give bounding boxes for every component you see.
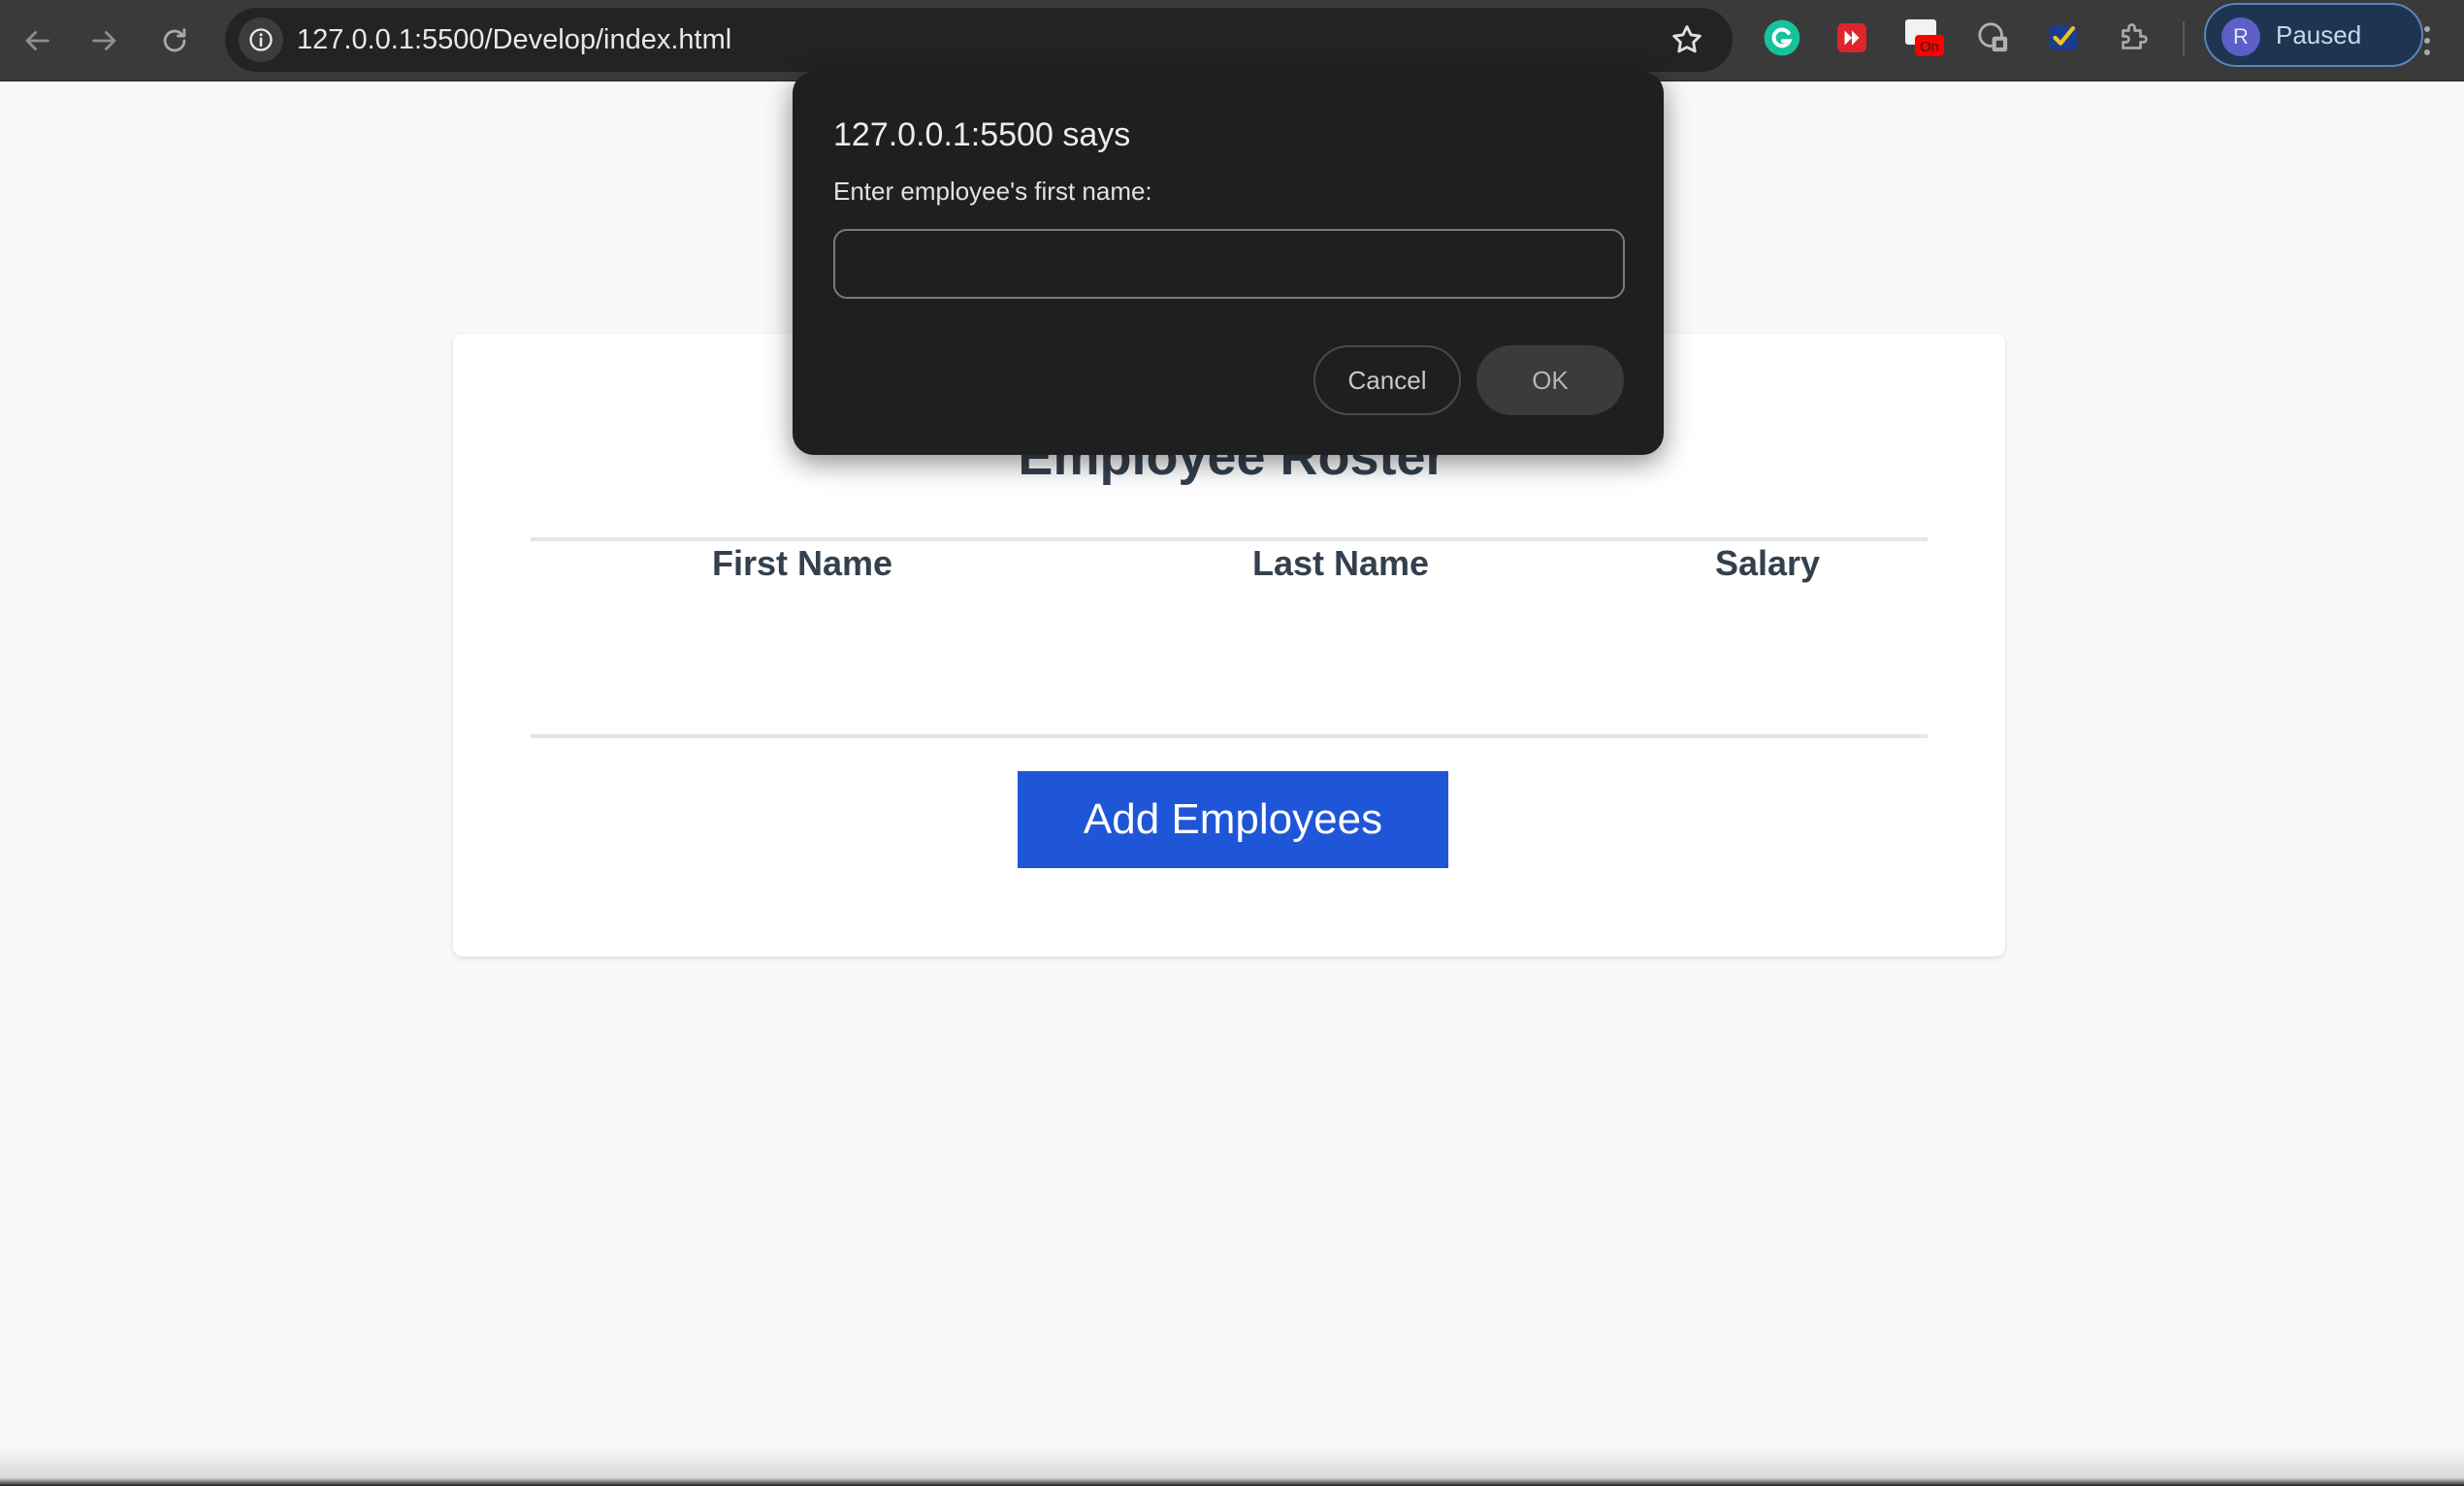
toolbar-divider	[2183, 21, 2185, 56]
table-top-divider	[531, 537, 1928, 541]
ok-button[interactable]: OK	[1476, 345, 1624, 415]
media-extension-icon[interactable]	[1832, 17, 1872, 58]
window-bottom-edge	[0, 1445, 2464, 1486]
column-header-salary: Salary	[1714, 543, 1821, 583]
translate-extension-icon[interactable]	[1973, 17, 2014, 58]
profile-button[interactable]: R Paused	[2204, 3, 2423, 67]
prompt-dialog: 127.0.0.1:5500 says Enter employee's fir…	[793, 72, 1664, 455]
back-button[interactable]	[10, 14, 64, 68]
column-header-first-name: First Name	[711, 543, 893, 583]
profile-status: Paused	[2276, 20, 2362, 49]
avatar: R	[2221, 17, 2260, 56]
first-name-input[interactable]	[833, 229, 1625, 299]
grammarly-icon[interactable]	[1762, 17, 1802, 58]
site-info-icon[interactable]	[239, 17, 283, 62]
arrow-left-icon	[25, 31, 49, 50]
dialog-title: 127.0.0.1:5500 says	[833, 116, 1131, 153]
puzzle-extensions-icon[interactable]	[2113, 17, 2154, 58]
cancel-button[interactable]: Cancel	[1313, 345, 1461, 415]
svg-text:On: On	[1920, 39, 1939, 55]
reload-button[interactable]	[147, 14, 202, 68]
menu-dot	[2424, 49, 2430, 55]
browser-toolbar: 127.0.0.1:5500/Develop/index.html On R P…	[0, 0, 2464, 81]
menu-dot	[2424, 26, 2430, 32]
table-bottom-divider	[531, 734, 1928, 738]
menu-dot	[2424, 38, 2430, 44]
column-header-last-name: Last Name	[1251, 543, 1430, 583]
add-employees-button[interactable]: Add Employees	[1018, 771, 1448, 868]
browser-menu-button[interactable]	[2406, 14, 2448, 68]
checkmark-extension-icon[interactable]	[2043, 17, 2084, 58]
url-text[interactable]: 127.0.0.1:5500/Develop/index.html	[297, 8, 731, 72]
bookmark-star-icon[interactable]	[1669, 21, 1705, 58]
forward-button[interactable]	[78, 14, 132, 68]
arrow-right-icon	[92, 31, 116, 50]
on-badge-extension-icon[interactable]: On	[1903, 17, 1944, 58]
dialog-message: Enter employee's first name:	[833, 177, 1152, 206]
reload-icon	[163, 28, 186, 52]
address-bar[interactable]: 127.0.0.1:5500/Develop/index.html	[225, 8, 1733, 72]
